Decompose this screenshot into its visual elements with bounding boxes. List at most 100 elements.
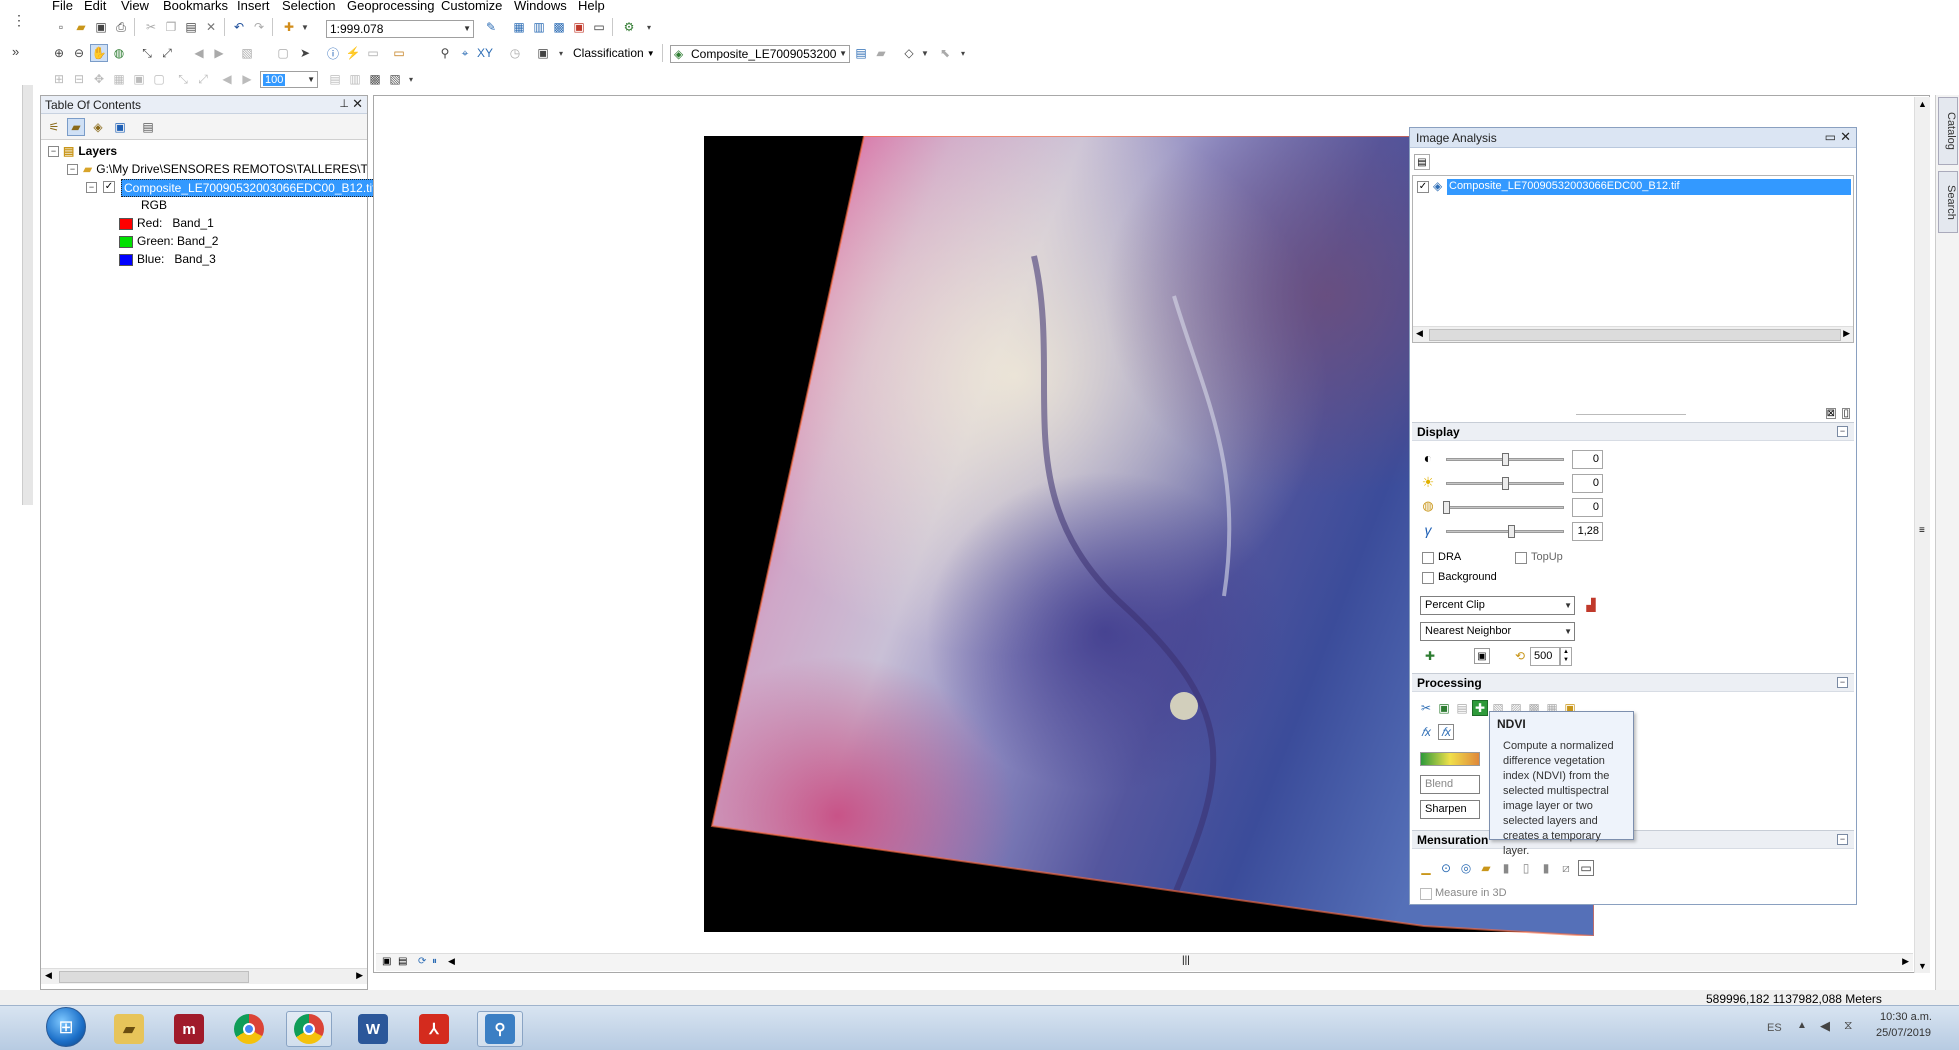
list-by-visibility-icon[interactable]: ◈	[89, 118, 107, 136]
toc-options-icon[interactable]: ▤	[139, 118, 157, 136]
layer-properties-icon[interactable]: ▣	[1474, 648, 1490, 664]
measure-centroid-icon[interactable]: ▮	[1498, 860, 1514, 876]
layout-pan-icon[interactable]: ✥	[90, 70, 108, 88]
more-options-icon[interactable]: ⋮	[12, 12, 26, 29]
scroll-right-icon[interactable]: ▶	[1902, 956, 1909, 967]
topup-checkbox[interactable]	[1515, 552, 1527, 564]
show-hidden-icons-icon[interactable]: ▲	[1797, 1020, 1807, 1031]
editor-toolbar-icon[interactable]: ✎	[482, 18, 500, 36]
start-button[interactable]: ⊞	[46, 1007, 86, 1047]
new-document-icon[interactable]: ▫	[52, 18, 70, 36]
gamma-slider-thumb[interactable]	[1507, 525, 1515, 538]
scroll-right-icon[interactable]: ▶	[356, 970, 363, 981]
full-extent-icon[interactable]: ◍	[110, 44, 128, 62]
refresh-interval-value[interactable]: 500	[1530, 647, 1560, 666]
blend-select[interactable]: Blend	[1420, 775, 1480, 794]
measure-shadow-icon[interactable]: ▯	[1518, 860, 1534, 876]
measure-area-icon[interactable]: ◎	[1458, 860, 1474, 876]
refresh-spinner[interactable]: ▲ ▼	[1560, 647, 1572, 666]
chrome-taskbar-button[interactable]	[226, 1011, 272, 1047]
color-ramp[interactable]	[1420, 752, 1480, 766]
folder-collapse-icon[interactable]: −	[67, 164, 78, 175]
measure-clear-icon[interactable]: ⧄	[1558, 860, 1574, 876]
layout-view-icon[interactable]: ▤	[398, 956, 407, 967]
draw-polygon-dropdown-icon[interactable]: ▼	[916, 44, 934, 62]
forward-extent-icon[interactable]: ▶	[210, 44, 228, 62]
collapse-icon[interactable]: −	[1837, 426, 1848, 437]
find-route-icon[interactable]: ⌖	[456, 44, 474, 62]
add-data-dropdown-icon[interactable]: ▼	[296, 18, 314, 36]
word-taskbar-button[interactable]: W	[350, 1011, 396, 1047]
toolbar-overflow-icon[interactable]: ▾	[552, 44, 570, 62]
layer-collapse-icon[interactable]: −	[86, 182, 97, 193]
list-by-drawing-order-icon[interactable]: ⚟	[45, 118, 63, 136]
find-binoculars-icon[interactable]: ⚲	[436, 44, 454, 62]
layer-node[interactable]: Composite_LE70090532003066EDC00_B12.tif	[121, 179, 379, 197]
brightness-value[interactable]: 0	[1572, 474, 1603, 493]
measure-3d-checkbox[interactable]	[1420, 888, 1432, 900]
menu-windows[interactable]: Windows	[514, 0, 567, 13]
layers-collapse-icon[interactable]: −	[48, 146, 59, 157]
transparency-slider-track[interactable]	[1446, 506, 1564, 509]
back-extent-icon[interactable]: ◀	[190, 44, 208, 62]
menu-view[interactable]: View	[121, 0, 149, 13]
histogram-icon[interactable]: ▟	[1583, 597, 1599, 613]
scroll-left-icon[interactable]: ◀	[448, 956, 455, 967]
training-sample-draw-icon[interactable]: ▰	[872, 44, 890, 62]
measure-base-icon[interactable]: ▮	[1538, 860, 1554, 876]
fixed-zoom-out-icon[interactable]: ⤢	[158, 44, 176, 62]
layout-100-icon[interactable]: ▣	[130, 70, 148, 88]
classification-menu[interactable]: Classification ▼	[573, 44, 655, 62]
gamma-slider-track[interactable]	[1446, 530, 1564, 533]
scroll-left-icon[interactable]: ◀	[1416, 328, 1423, 339]
scroll-up-icon[interactable]: ▲	[1918, 99, 1927, 109]
background-checkbox[interactable]	[1422, 572, 1434, 584]
copy-icon[interactable]: ❐	[162, 18, 180, 36]
processing-section-header[interactable]: Processing −	[1412, 673, 1854, 692]
print-icon[interactable]: ⎙	[112, 18, 130, 36]
list-by-source-icon[interactable]: ▰	[67, 118, 85, 136]
create-viewer-icon[interactable]: ▣	[534, 44, 552, 62]
collapse-all-icon[interactable]: ⊠	[1825, 408, 1836, 419]
scroll-grip-icon[interactable]: ≡	[1919, 525, 1925, 536]
chrome-taskbar-button-2[interactable]	[286, 1011, 332, 1047]
brightness-slider-thumb[interactable]	[1502, 477, 1509, 490]
contrast-slider-thumb[interactable]	[1502, 453, 1509, 466]
hyperlink-icon[interactable]: ⚡	[344, 44, 362, 62]
python-window-icon[interactable]: ▭	[590, 18, 608, 36]
map-scale-combo[interactable]: 1:999.078 ▼	[326, 20, 474, 38]
function-icon[interactable]: 𝑓x	[1418, 724, 1434, 740]
contrast-value[interactable]: 0	[1572, 450, 1603, 469]
zoom-out-icon[interactable]: ⊖	[70, 44, 88, 62]
layers-root[interactable]: ▤ Layers	[63, 144, 117, 158]
close-icon[interactable]: ✕	[1840, 129, 1851, 145]
layout-fixed-zoom-out-icon[interactable]: ⤢	[194, 70, 212, 88]
composite-bands-icon[interactable]: ▤	[1454, 700, 1470, 716]
swipe-icon[interactable]: ✚	[1422, 648, 1438, 664]
scroll-down-icon[interactable]: ▼	[1918, 961, 1927, 971]
file-explorer-taskbar-button[interactable]: ▰	[106, 1011, 152, 1047]
scroll-grip-icon[interactable]: |||	[1182, 955, 1190, 966]
catalog-tab[interactable]: Catalog	[1938, 97, 1958, 165]
folder-node[interactable]: ▰ G:\My Drive\SENSORES REMOTOS\TALLERES\T…	[83, 162, 367, 176]
scroll-thumb[interactable]	[1429, 329, 1841, 341]
mask-icon[interactable]: ▣	[1436, 700, 1452, 716]
image-analysis-layer-item[interactable]: Composite_LE70090532003066EDC00_B12.tif	[1447, 179, 1851, 195]
layout-zoom-combo[interactable]: 100 ▼	[260, 71, 318, 88]
refresh-icon[interactable]: ⟳	[418, 956, 426, 967]
select-training-icon[interactable]: ⬉	[936, 44, 954, 62]
search-window-icon[interactable]: ▩	[550, 18, 568, 36]
layout-zoom-in-icon[interactable]: ⊞	[50, 70, 68, 88]
scroll-left-icon[interactable]: ◀	[45, 970, 52, 981]
pin-icon[interactable]: ⊥	[339, 97, 349, 110]
volume-icon[interactable]: ◀	[1820, 1018, 1830, 1034]
measure-point-icon[interactable]: ⊙	[1438, 860, 1454, 876]
measure-results-icon[interactable]: ▭	[1578, 860, 1594, 876]
layer-list-horizontal-scrollbar[interactable]: ◀ ▶	[1413, 326, 1853, 342]
sharpen-select[interactable]: Sharpen	[1420, 800, 1480, 819]
expand-chevron-icon[interactable]: »	[12, 44, 19, 59]
layout-fixed-zoom-icon[interactable]: ▢	[150, 70, 168, 88]
measure-icon[interactable]: ▭	[390, 44, 408, 62]
table-of-contents-icon[interactable]: ▦	[510, 18, 528, 36]
layer-visibility-checkbox[interactable]: ✓	[103, 181, 115, 193]
